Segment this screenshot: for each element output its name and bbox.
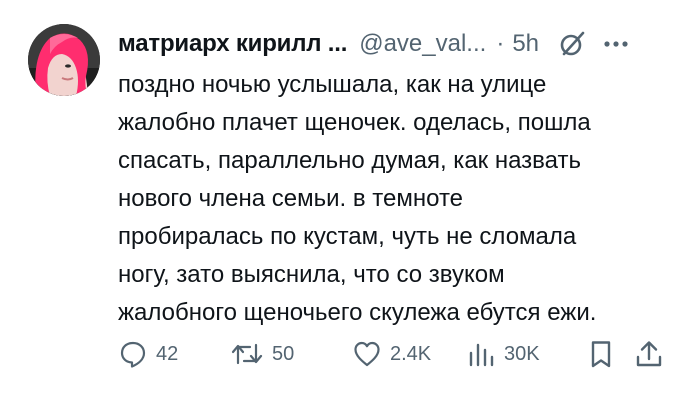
tweet-text-line: жалобно плачет щеночек. оделась, пошла — [118, 109, 591, 136]
action-bar: 42 50 2.4K 30K — [118, 332, 678, 376]
grok-icon[interactable] — [557, 29, 587, 59]
heart-icon — [352, 339, 382, 369]
share-icon — [634, 339, 664, 369]
tweet-text-line: нового члена семьи. в темноте — [118, 185, 464, 212]
avatar[interactable] — [28, 24, 100, 96]
bookmark-icon — [586, 339, 616, 369]
tweet-header: матриарх кирилл ... @ave_val... · 5h — [118, 24, 680, 64]
tweet-text-line: спасать, параллельно думая, как назвать — [118, 147, 581, 174]
repost-icon — [230, 339, 264, 369]
tweet-card[interactable]: матриарх кирилл ... @ave_val... · 5h поз… — [0, 0, 700, 411]
share-button[interactable] — [634, 332, 664, 376]
reply-button[interactable]: 42 — [118, 332, 178, 376]
tweet-text-line: пробиралась по кустам, чуть не сломала — [118, 223, 577, 250]
views-button[interactable]: 30K — [466, 332, 540, 376]
more-icon[interactable] — [601, 29, 631, 59]
views-count: 30K — [504, 342, 540, 365]
like-count: 2.4K — [390, 342, 432, 365]
tweet-text: поздно ночью услышала, как на улице жало… — [118, 66, 678, 332]
repost-button[interactable]: 50 — [230, 332, 294, 376]
separator-dot: · — [496, 30, 505, 57]
author-display-name[interactable]: матриарх кирилл ... — [118, 24, 347, 64]
reply-count: 42 — [156, 342, 179, 365]
tweet-text-line: поздно ночью услышала, как на улице — [118, 71, 547, 98]
like-button[interactable]: 2.4K — [352, 332, 431, 376]
tweet-text-line: жалобного щеночьего скулежа ебутся ежи. — [118, 299, 597, 326]
tweet-text-line: ногу, зато выяснила, что со звуком — [118, 261, 505, 288]
author-handle[interactable]: @ave_val... — [359, 24, 486, 64]
bookmark-button[interactable] — [586, 332, 616, 376]
reply-icon — [118, 339, 148, 369]
tweet-timestamp[interactable]: 5h — [512, 24, 539, 64]
repost-count: 50 — [272, 342, 295, 365]
views-icon — [466, 339, 496, 369]
avatar-image — [28, 24, 100, 96]
